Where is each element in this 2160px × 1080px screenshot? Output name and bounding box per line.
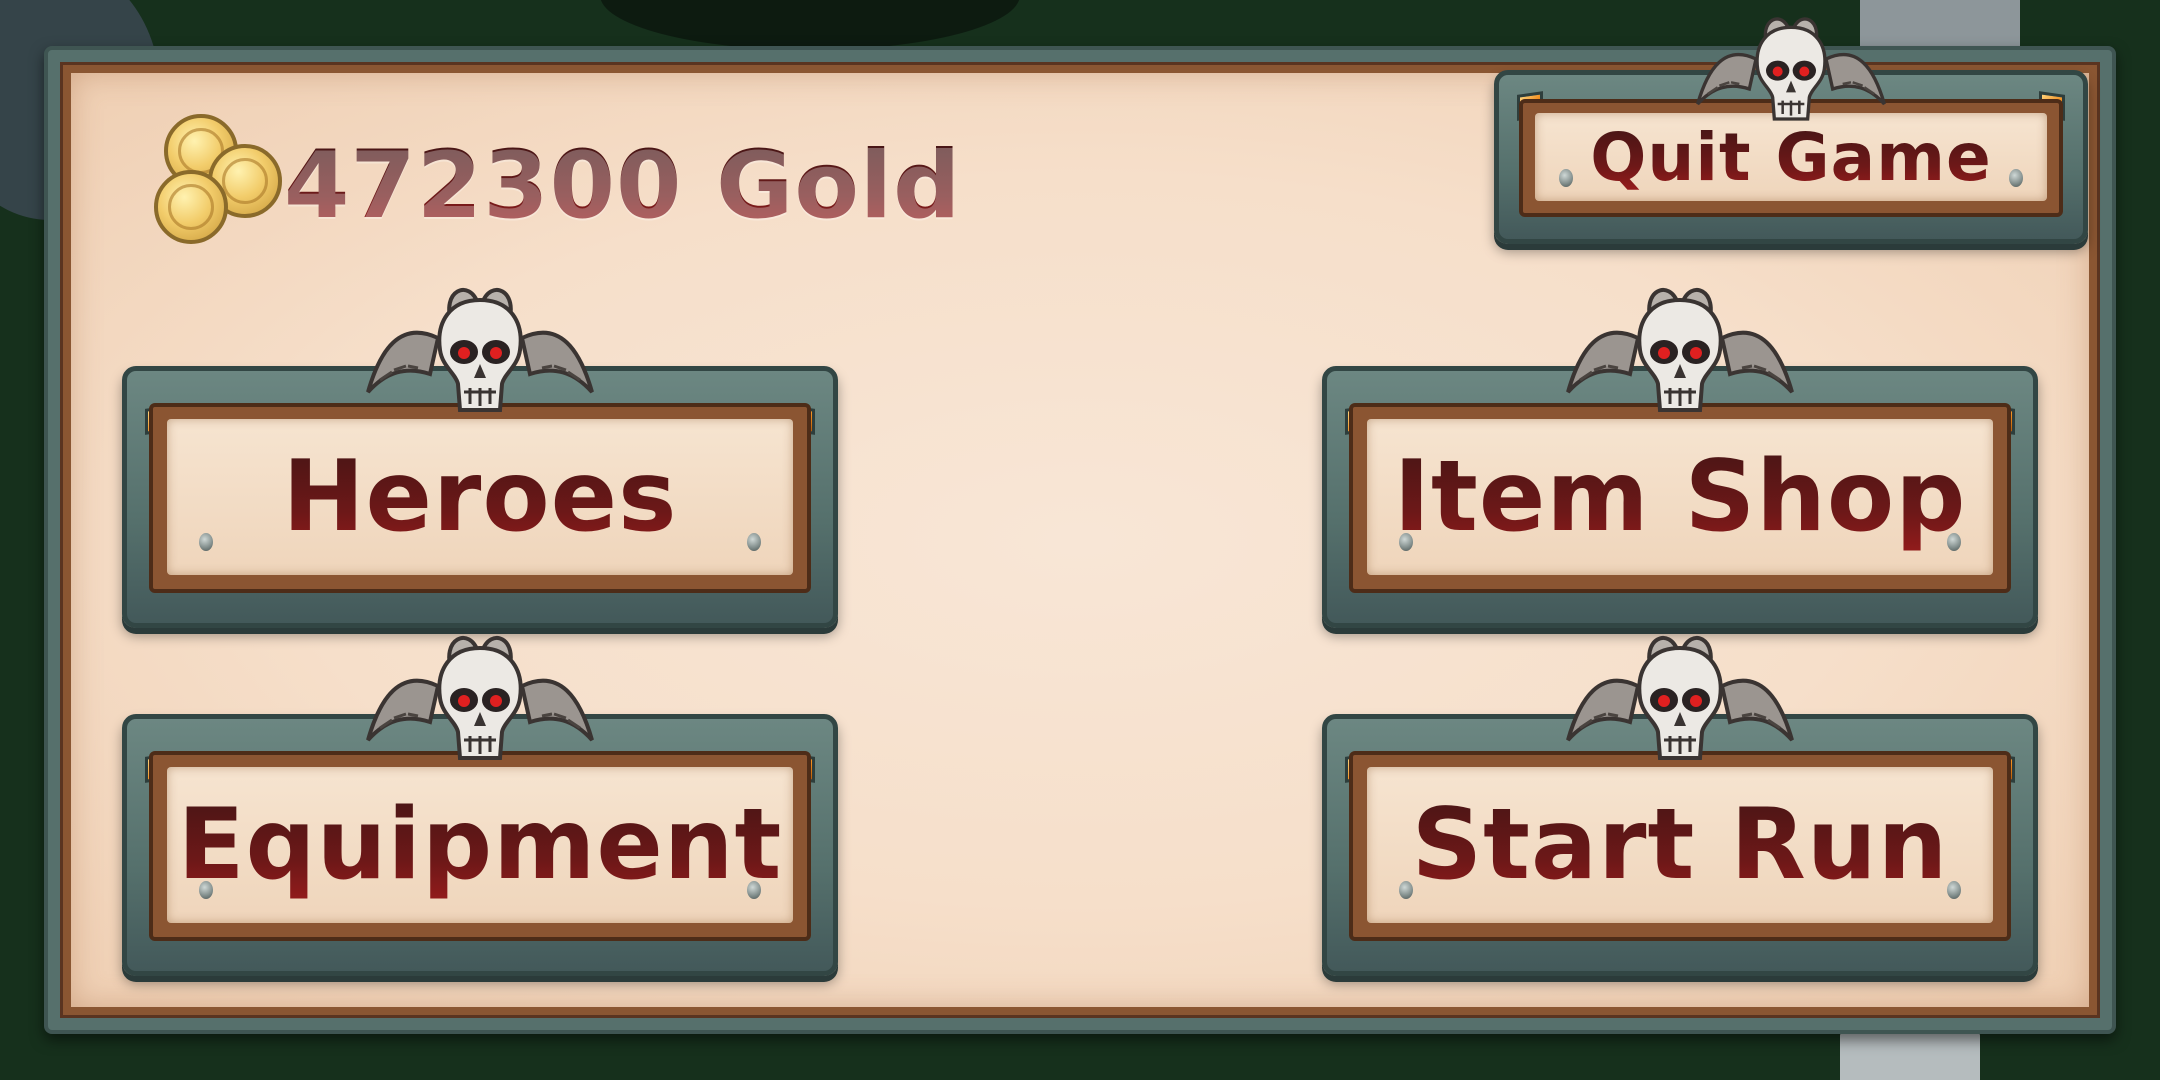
equipment-button[interactable]: Equipment (122, 714, 838, 976)
quit-game-button[interactable]: Quit Game (1494, 70, 2088, 244)
heroes-label: Heroes (167, 419, 793, 575)
button-wood: Item Shop (1349, 403, 2011, 593)
button-frame: Start Run (1322, 714, 2038, 976)
button-plate: Equipment (167, 767, 793, 923)
button-wood: Heroes (149, 403, 811, 593)
button-frame: Item Shop (1322, 366, 2038, 628)
button-plate: Item Shop (1367, 419, 1993, 575)
gold-counter: 472300 Gold (150, 110, 961, 260)
button-plate: Heroes (167, 419, 793, 575)
button-wood: Equipment (149, 751, 811, 941)
button-frame: Heroes (122, 366, 838, 628)
item-shop-button[interactable]: Item Shop (1322, 366, 2038, 628)
button-plate: Quit Game (1535, 113, 2047, 201)
start-run-label: Start Run (1367, 767, 1993, 923)
button-plate: Start Run (1367, 767, 1993, 923)
start-run-button[interactable]: Start Run (1322, 714, 2038, 976)
background-shape-top (600, 0, 1020, 50)
gold-amount: 472300 Gold (284, 130, 962, 240)
item-shop-label: Item Shop (1367, 419, 1993, 575)
heroes-button[interactable]: Heroes (122, 366, 838, 628)
button-frame: Quit Game (1494, 70, 2088, 244)
gold-coins-icon (150, 110, 290, 260)
quit-game-label: Quit Game (1535, 113, 2047, 201)
button-frame: Equipment (122, 714, 838, 976)
button-wood: Start Run (1349, 751, 2011, 941)
background-shape-bottom (1840, 1030, 1980, 1080)
button-wood: Quit Game (1519, 99, 2063, 217)
equipment-label: Equipment (167, 767, 793, 923)
